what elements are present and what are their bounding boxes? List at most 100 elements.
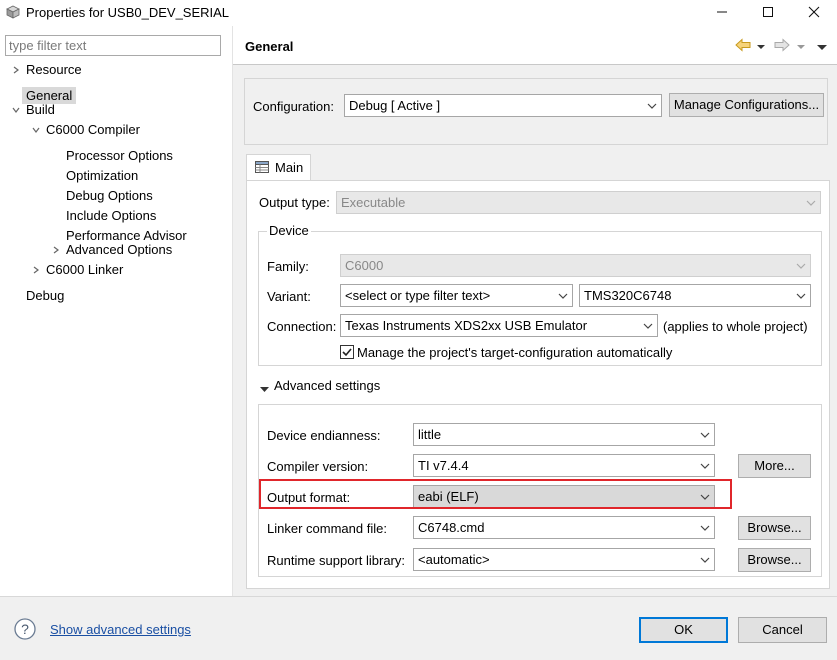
chevron-down-icon[interactable]: [30, 122, 42, 142]
chevron-down-icon: [696, 549, 714, 570]
close-icon: [808, 6, 820, 18]
endianness-label: Device endianness:: [267, 428, 381, 443]
configuration-dropdown[interactable]: Debug [ Active ]: [344, 94, 662, 117]
variant-filter-dropdown[interactable]: <select or type filter text>: [340, 284, 573, 307]
configuration-group: Configuration: Debug [ Active ] Manage C…: [244, 78, 828, 145]
compiler-version-value: TI v7.4.4: [418, 458, 469, 473]
chevron-down-icon: [802, 192, 820, 213]
variant-value: TMS320C6748: [584, 288, 672, 303]
family-label: Family:: [267, 259, 309, 274]
chevron-right-icon[interactable]: [30, 262, 42, 282]
filter-input[interactable]: [5, 35, 221, 56]
output-type-label: Output type:: [259, 195, 330, 210]
cancel-button[interactable]: Cancel: [738, 617, 827, 643]
tree-item-label: Advanced Options: [66, 242, 173, 257]
tree-item[interactable]: Advanced Options: [0, 240, 232, 260]
chevron-down-icon[interactable]: [10, 102, 22, 122]
svg-text:?: ?: [21, 621, 29, 637]
manage-target-config-checkbox[interactable]: [340, 345, 354, 359]
chevron-down-icon: [696, 424, 714, 445]
view-menu-icon[interactable]: [817, 39, 827, 54]
chevron-down-icon: [639, 315, 657, 336]
tree-item[interactable]: Optimization: [0, 160, 232, 183]
close-button[interactable]: [791, 0, 837, 26]
tab-main-label: Main: [275, 160, 304, 175]
output-type-dropdown[interactable]: Executable: [336, 191, 821, 214]
chevron-down-icon: [792, 285, 810, 306]
output-format-highlight-box: [259, 479, 732, 509]
dialog-footer: ? Show advanced settings OK Cancel: [0, 597, 837, 660]
page-title: General: [245, 39, 294, 54]
family-value: C6000: [345, 258, 384, 273]
chevron-right-icon[interactable]: [50, 242, 62, 262]
tree-item[interactable]: Processor Options: [0, 140, 232, 163]
tree-item[interactable]: Debug: [0, 280, 232, 303]
minimize-button[interactable]: [699, 0, 745, 26]
maximize-button[interactable]: [745, 0, 791, 26]
configuration-value: Debug [ Active ]: [349, 98, 441, 113]
main-tab-panel: Output type: Executable Device Family: C…: [246, 180, 830, 589]
runtime-library-value: <automatic>: [418, 552, 490, 567]
back-dropdown-icon[interactable]: [757, 39, 765, 54]
chevron-down-icon: [696, 517, 714, 538]
tree-item[interactable]: C6000 Compiler: [0, 120, 232, 140]
variant-filter-value: <select or type filter text>: [345, 288, 491, 303]
ok-button[interactable]: OK: [639, 617, 728, 643]
linker-command-file-value: C6748.cmd: [418, 520, 485, 535]
general-settings-page: Configuration: Debug [ Active ] Manage C…: [233, 65, 837, 596]
advanced-settings-toggle[interactable]: Advanced settings: [274, 378, 380, 393]
title-bar: Properties for USB0_DEV_SERIAL: [0, 0, 837, 26]
manage-configurations-button[interactable]: Manage Configurations...: [669, 93, 824, 117]
page-header: General: [233, 26, 837, 65]
tree-item[interactable]: Include Options: [0, 200, 232, 223]
left-navigation-pane: Resource GeneralBuild C6000 Compiler Proces…: [0, 26, 232, 596]
chevron-down-icon: [643, 95, 661, 116]
connection-value: Texas Instruments XDS2xx USB Emulator: [345, 318, 588, 333]
tree-item-label: C6000 Linker: [46, 262, 124, 277]
endianness-dropdown[interactable]: little: [413, 423, 715, 446]
browse-runtime-button[interactable]: Browse...: [738, 548, 811, 572]
table-icon: [255, 161, 269, 176]
window-title: Properties for USB0_DEV_SERIAL: [26, 5, 230, 20]
tree-item[interactable]: General: [0, 80, 232, 104]
forward-arrow-icon[interactable]: [774, 38, 790, 55]
expand-triangle-icon[interactable]: [260, 382, 269, 397]
property-tree: Resource General Build C6000 Compiler Proces…: [0, 60, 232, 303]
help-icon[interactable]: ?: [14, 618, 36, 643]
tree-item-label: Resource: [26, 62, 82, 77]
linker-command-file-dropdown[interactable]: C6748.cmd: [413, 516, 715, 539]
checkmark-icon: [342, 348, 352, 357]
more-button[interactable]: More...: [738, 454, 811, 478]
tree-item-label: C6000 Compiler: [46, 122, 140, 137]
variant-label: Variant:: [267, 289, 311, 304]
device-group-title: Device: [267, 223, 311, 238]
tab-main[interactable]: Main: [246, 154, 311, 181]
runtime-library-dropdown[interactable]: <automatic>: [413, 548, 715, 571]
tree-item[interactable]: Debug Options: [0, 180, 232, 203]
chevron-down-icon: [792, 255, 810, 276]
connection-note: (applies to whole project): [663, 319, 808, 334]
show-advanced-settings-link[interactable]: Show advanced settings: [50, 622, 191, 637]
connection-dropdown[interactable]: Texas Instruments XDS2xx USB Emulator: [340, 314, 658, 337]
variant-dropdown[interactable]: TMS320C6748: [579, 284, 811, 307]
forward-dropdown-icon[interactable]: [797, 39, 805, 54]
chevron-right-icon[interactable]: [10, 62, 22, 82]
linker-command-file-label: Linker command file:: [267, 521, 387, 536]
tree-item[interactable]: C6000 Linker: [0, 260, 232, 280]
back-arrow-icon[interactable]: [735, 38, 751, 55]
compiler-version-label: Compiler version:: [267, 459, 369, 474]
compiler-version-dropdown[interactable]: TI v7.4.4: [413, 454, 715, 477]
tree-item[interactable]: Build: [0, 100, 232, 120]
runtime-library-label: Runtime support library:: [267, 553, 405, 568]
connection-label: Connection:: [267, 319, 337, 334]
tree-item-label: Debug: [26, 288, 65, 303]
tree-item[interactable]: Performance Advisor: [0, 220, 232, 243]
chevron-down-icon: [696, 455, 714, 476]
family-dropdown[interactable]: C6000: [340, 254, 811, 277]
tree-item[interactable]: Resource: [0, 60, 232, 80]
browse-linker-button[interactable]: Browse...: [738, 516, 811, 540]
